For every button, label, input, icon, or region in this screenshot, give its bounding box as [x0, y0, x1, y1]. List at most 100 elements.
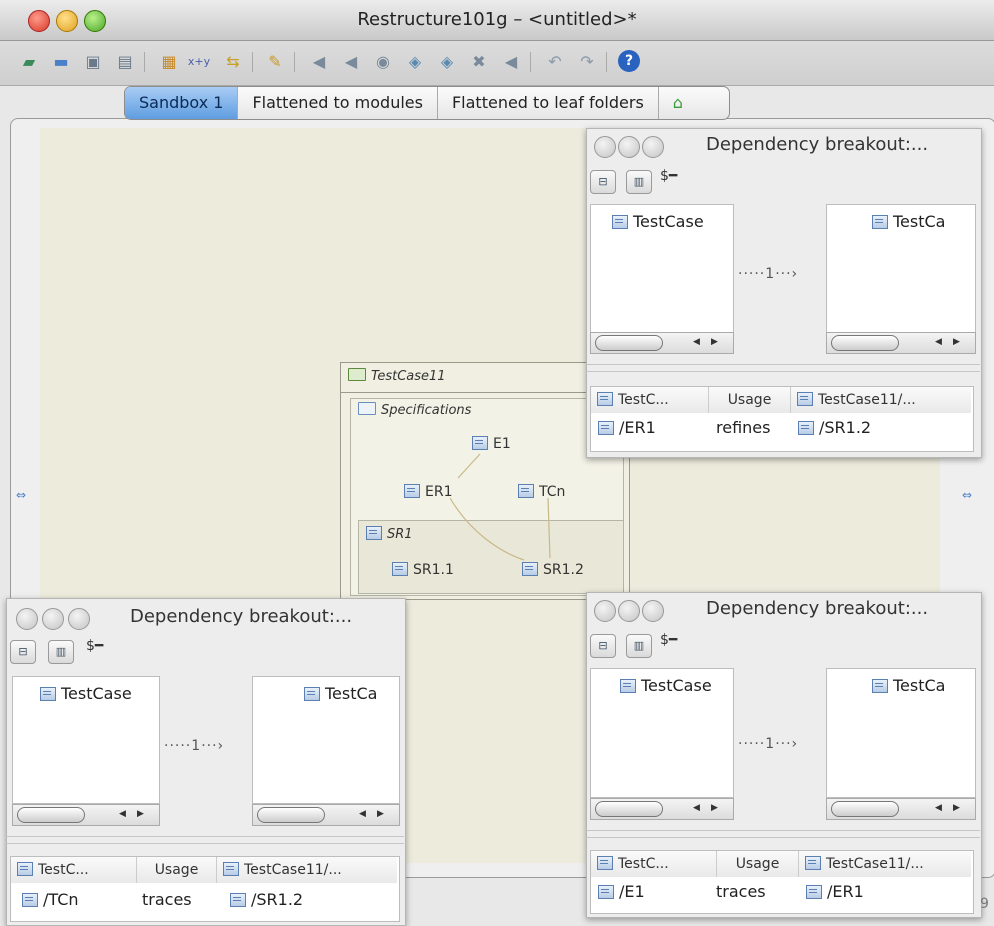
collapse-icon[interactable]: ◀ [498, 50, 524, 74]
scroll-left-arrow-icon[interactable]: ◀ [935, 337, 942, 347]
dep3-tree-view-icon[interactable]: ⊟ [590, 634, 616, 658]
dep2-splitter[interactable] [6, 836, 404, 844]
add-tab-icon[interactable]: ⌂ [659, 87, 729, 119]
dep3-minimize-button[interactable] [618, 600, 640, 622]
scroll-left-arrow-icon[interactable]: ◀ [693, 803, 700, 813]
new-icon[interactable]: ▰ [16, 50, 42, 74]
left-splitter-handle-icon[interactable]: ⇔ [16, 488, 26, 502]
dep1-edge: ·····1···› [738, 266, 799, 282]
dep1-splitter[interactable] [586, 364, 980, 372]
dep3-col-to[interactable]: TestCase11/... [799, 851, 971, 877]
tab-flattened-to-modules[interactable]: Flattened to modules [238, 87, 438, 119]
tab-sandbox-1[interactable]: Sandbox 1 [125, 87, 239, 119]
class-icon [304, 687, 320, 701]
right-splitter-handle-icon[interactable]: ⇔ [962, 488, 972, 502]
dep3-row-from[interactable]: /E1 [598, 882, 645, 901]
pin-icon[interactable]: ✎ [262, 50, 288, 74]
expand-icon[interactable]: ✖ [466, 50, 492, 74]
dep3-col-from[interactable]: TestC... [591, 851, 717, 877]
dep1-right-scrollbar[interactable]: ◀ ▶ [826, 332, 976, 354]
dep3-close-button[interactable] [594, 600, 616, 622]
dep2-close-button[interactable] [16, 608, 38, 630]
dep2-row-usage[interactable]: traces [142, 890, 192, 909]
dep2-tree-view-icon[interactable]: ⊟ [10, 640, 36, 664]
dep3-right-scrollbar[interactable]: ◀ ▶ [826, 798, 976, 820]
scroll-right-arrow-icon[interactable]: ▶ [137, 809, 144, 819]
zoom-out-icon[interactable]: ◈ [434, 50, 460, 74]
dep1-title: Dependency breakout:... [706, 134, 929, 155]
toolbar-separator [252, 52, 253, 72]
dep2-col-usage[interactable]: Usage [137, 857, 217, 883]
scroll-left-arrow-icon[interactable]: ◀ [359, 809, 366, 819]
scroll-thumb[interactable] [595, 335, 663, 351]
dep2-row-from[interactable]: /TCn [22, 890, 79, 909]
toolbar-separator [606, 52, 607, 72]
scroll-thumb[interactable] [831, 801, 899, 817]
dep2-right-scrollbar[interactable]: ◀ ▶ [252, 804, 400, 826]
dep2-filter-icon[interactable]: $━ [86, 638, 103, 654]
class-icon [597, 392, 613, 406]
dep1-col-to[interactable]: TestCase11/... [791, 387, 971, 413]
dep3-col-usage[interactable]: Usage [717, 851, 799, 877]
scroll-right-arrow-icon[interactable]: ▶ [377, 809, 384, 819]
dep3-list-view-icon[interactable]: ▥ [626, 634, 652, 658]
dep1-minimize-button[interactable] [618, 136, 640, 158]
class-icon [22, 893, 38, 907]
dep1-right-label: TestCa [872, 212, 972, 231]
dep3-zoom-button[interactable] [642, 600, 664, 622]
dep2-minimize-button[interactable] [42, 608, 64, 630]
dep1-close-button[interactable] [594, 136, 616, 158]
dep2-list-view-icon[interactable]: ▥ [48, 640, 74, 664]
class-icon [806, 885, 822, 899]
redo-icon[interactable]: ↷ [574, 50, 600, 74]
dep2-zoom-button[interactable] [68, 608, 90, 630]
back-arrow-icon[interactable]: ◀ [306, 50, 332, 74]
scroll-right-arrow-icon[interactable]: ▶ [711, 803, 718, 813]
scroll-thumb[interactable] [17, 807, 85, 823]
dep3-row-to[interactable]: /ER1 [806, 882, 864, 901]
scroll-left-arrow-icon[interactable]: ◀ [935, 803, 942, 813]
dep1-row-to[interactable]: /SR1.2 [798, 418, 871, 437]
dep1-list-view-icon[interactable]: ▥ [626, 170, 652, 194]
dep1-tree-view-icon[interactable]: ⊟ [590, 170, 616, 194]
dep3-splitter[interactable] [586, 830, 980, 838]
dep2-col-to[interactable]: TestCase11/... [217, 857, 397, 883]
scroll-right-arrow-icon[interactable]: ▶ [953, 803, 960, 813]
zoom-icon[interactable]: ◉ [370, 50, 396, 74]
scroll-left-arrow-icon[interactable]: ◀ [119, 809, 126, 819]
dep2-left-scrollbar[interactable]: ◀ ▶ [12, 804, 160, 826]
dep1-left-scrollbar[interactable]: ◀ ▶ [590, 332, 734, 354]
xy-icon[interactable]: x+y [186, 50, 212, 74]
dep1-zoom-button[interactable] [642, 136, 664, 158]
dep1-row-from[interactable]: /ER1 [598, 418, 656, 437]
undo-icon[interactable]: ↶ [542, 50, 568, 74]
dep3-filter-icon[interactable]: $━ [660, 632, 677, 648]
save-as-icon[interactable]: ▤ [112, 50, 138, 74]
tab-flattened-to-leaf-folders[interactable]: Flattened to leaf folders [438, 87, 659, 119]
dep3-row-usage[interactable]: traces [716, 882, 766, 901]
dep1-col-usage[interactable]: Usage [709, 387, 791, 413]
scroll-thumb[interactable] [257, 807, 325, 823]
dep1-row-usage[interactable]: refines [716, 418, 770, 437]
scroll-thumb[interactable] [831, 335, 899, 351]
save-icon[interactable]: ▣ [80, 50, 106, 74]
forward-arrow-icon[interactable]: ◀ [338, 50, 364, 74]
paste-icon[interactable]: ▦ [156, 50, 182, 74]
scroll-right-arrow-icon[interactable]: ▶ [711, 337, 718, 347]
dep2-col-from[interactable]: TestC... [11, 857, 137, 883]
dep3-edge: ·····1···› [738, 736, 799, 752]
dep2-title: Dependency breakout:... [130, 606, 353, 627]
swap-icon[interactable]: ⇆ [220, 50, 246, 74]
zoom-in-icon[interactable]: ◈ [402, 50, 428, 74]
scroll-left-arrow-icon[interactable]: ◀ [693, 337, 700, 347]
scroll-right-arrow-icon[interactable]: ▶ [953, 337, 960, 347]
dep1-col-from[interactable]: TestC... [591, 387, 709, 413]
dep3-left-scrollbar[interactable]: ◀ ▶ [590, 798, 734, 820]
class-icon [40, 687, 56, 701]
class-icon [612, 215, 628, 229]
open-icon[interactable]: ▬ [48, 50, 74, 74]
dep1-filter-icon[interactable]: $━ [660, 168, 677, 184]
help-icon[interactable]: ? [618, 50, 640, 72]
scroll-thumb[interactable] [595, 801, 663, 817]
dep2-row-to[interactable]: /SR1.2 [230, 890, 303, 909]
